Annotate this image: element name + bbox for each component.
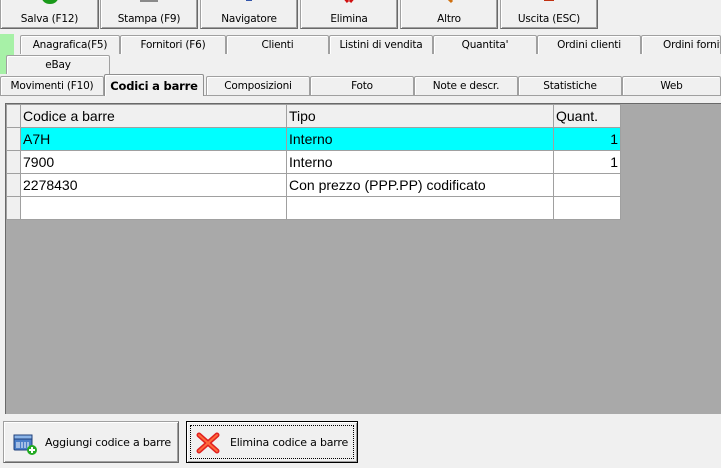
tab-row-2: Movimenti (F10) Codici a barre Composizi…: [0, 74, 721, 96]
tab-ordini-clienti-label: Ordini clienti: [557, 39, 621, 51]
tab-ordini-fornitori[interactable]: Ordini fornito: [641, 35, 721, 54]
tab-note-descr-label: Note e descr.: [432, 80, 500, 92]
save-button-label: Salva (F12): [20, 13, 79, 25]
delete-barcode-label: Elimina codice a barre: [229, 435, 349, 449]
tab-codici-a-barre[interactable]: Codici a barre: [104, 74, 204, 96]
row-indicator[interactable]: [6, 173, 21, 197]
delete-button-label: Elimina: [330, 13, 368, 25]
column-header-tipo[interactable]: Tipo: [286, 104, 554, 128]
tab-quantita-label: Quantita': [461, 39, 509, 51]
cell-quant[interactable]: 1: [553, 127, 621, 151]
cell-codice[interactable]: 2278430: [20, 173, 287, 197]
tab-row-1b: eBay: [0, 54, 721, 75]
print-button[interactable]: Stampa (F9): [100, 0, 198, 29]
table-row-new[interactable]: [6, 196, 621, 220]
cell-quant[interactable]: 1: [553, 150, 621, 174]
cell-codice[interactable]: A7H: [20, 127, 287, 151]
tab-web[interactable]: Web: [622, 76, 721, 95]
tab-quantita[interactable]: Quantita': [433, 35, 537, 54]
exit-button[interactable]: Uscita (ESC): [500, 0, 598, 29]
cell-quant[interactable]: [553, 196, 621, 220]
other-button[interactable]: Altro: [400, 0, 498, 29]
delete-button[interactable]: Elimina: [300, 0, 398, 29]
table-row[interactable]: 7900 Interno 1: [6, 150, 621, 174]
tab-ordini-fornitori-label: Ordini fornito: [663, 39, 720, 51]
tab-anagrafica[interactable]: Anagrafica(F5): [20, 35, 120, 54]
tab-ebay-label: eBay: [45, 59, 71, 71]
exit-icon: [544, 0, 554, 1]
delete-icon: [344, 0, 354, 3]
column-header-quant[interactable]: Quant.: [553, 104, 621, 128]
tab-listini-vendita-label: Listini di vendita: [339, 39, 423, 51]
cell-tipo[interactable]: Con prezzo (PPP.PP) codificato: [286, 173, 554, 197]
cell-quant[interactable]: [553, 173, 621, 197]
add-barcode-button[interactable]: Aggiungi codice a barre: [3, 421, 179, 463]
tab-ebay[interactable]: eBay: [6, 55, 110, 74]
exit-button-label: Uscita (ESC): [517, 13, 581, 25]
barcode-grid-area: Codice a barre Tipo Quant. A7H Interno 1…: [5, 103, 721, 414]
column-header-codice[interactable]: Codice a barre: [20, 104, 287, 128]
cell-tipo[interactable]: Interno: [286, 127, 554, 151]
tab-row-1: Anagrafica(F5) Fornitori (F6) Clienti Li…: [0, 34, 721, 55]
tab-note-descr[interactable]: Note e descr.: [414, 76, 518, 95]
print-button-label: Stampa (F9): [117, 13, 181, 25]
other-button-label: Altro: [437, 13, 461, 25]
tab-listini-vendita[interactable]: Listini di vendita: [329, 35, 433, 54]
tab-fornitori[interactable]: Fornitori (F6): [120, 35, 226, 54]
tab-composizioni-label: Composizioni: [224, 80, 292, 92]
cell-tipo[interactable]: Interno: [286, 150, 554, 174]
tab-clienti[interactable]: Clienti: [226, 35, 329, 54]
tab-web-label: Web: [660, 80, 683, 92]
tab-movimenti[interactable]: Movimenti (F10): [0, 76, 104, 95]
navigator-icon: [246, 0, 252, 1]
tab-codici-a-barre-label: Codici a barre: [110, 78, 198, 93]
toolbar: Salva (F12) Stampa (F9) Navigatore Elimi…: [0, 0, 721, 30]
cell-codice[interactable]: [20, 196, 287, 220]
navigator-button[interactable]: Navigatore: [200, 0, 298, 29]
cell-tipo[interactable]: [286, 196, 554, 220]
row-indicator[interactable]: [6, 127, 21, 151]
row-indicator[interactable]: [6, 196, 21, 220]
tab-foto-label: Foto: [351, 80, 373, 92]
tab-composizioni[interactable]: Composizioni: [206, 76, 310, 95]
print-icon: [140, 0, 158, 2]
tab-movimenti-label: Movimenti (F10): [10, 80, 94, 92]
tab-statistiche-label: Statistiche: [543, 80, 597, 92]
tab-anagrafica-label: Anagrafica(F5): [32, 39, 108, 51]
save-button[interactable]: Salva (F12): [0, 0, 99, 29]
tab-foto[interactable]: Foto: [310, 76, 414, 95]
row-indicator-header: [6, 104, 21, 128]
tab-clienti-label: Clienti: [261, 39, 294, 51]
add-barcode-label: Aggiungi codice a barre: [45, 435, 171, 449]
tab-ordini-clienti[interactable]: Ordini clienti: [537, 35, 641, 54]
row-indicator[interactable]: [6, 150, 21, 174]
table-row[interactable]: A7H Interno 1: [6, 127, 621, 151]
tab-fornitori-label: Fornitori (F6): [140, 39, 206, 51]
other-icon: [447, 0, 454, 4]
navigator-button-label: Navigatore: [221, 13, 277, 25]
table-row[interactable]: 2278430 Con prezzo (PPP.PP) codificato: [6, 173, 621, 197]
barcode-grid: Codice a barre Tipo Quant. A7H Interno 1…: [6, 104, 621, 220]
grid-header-row: Codice a barre Tipo Quant.: [6, 104, 621, 128]
tab-statistiche[interactable]: Statistiche: [518, 76, 622, 95]
delete-barcode-button[interactable]: Elimina codice a barre: [186, 421, 358, 463]
cell-codice[interactable]: 7900: [20, 150, 287, 174]
save-icon: [41, 0, 58, 4]
